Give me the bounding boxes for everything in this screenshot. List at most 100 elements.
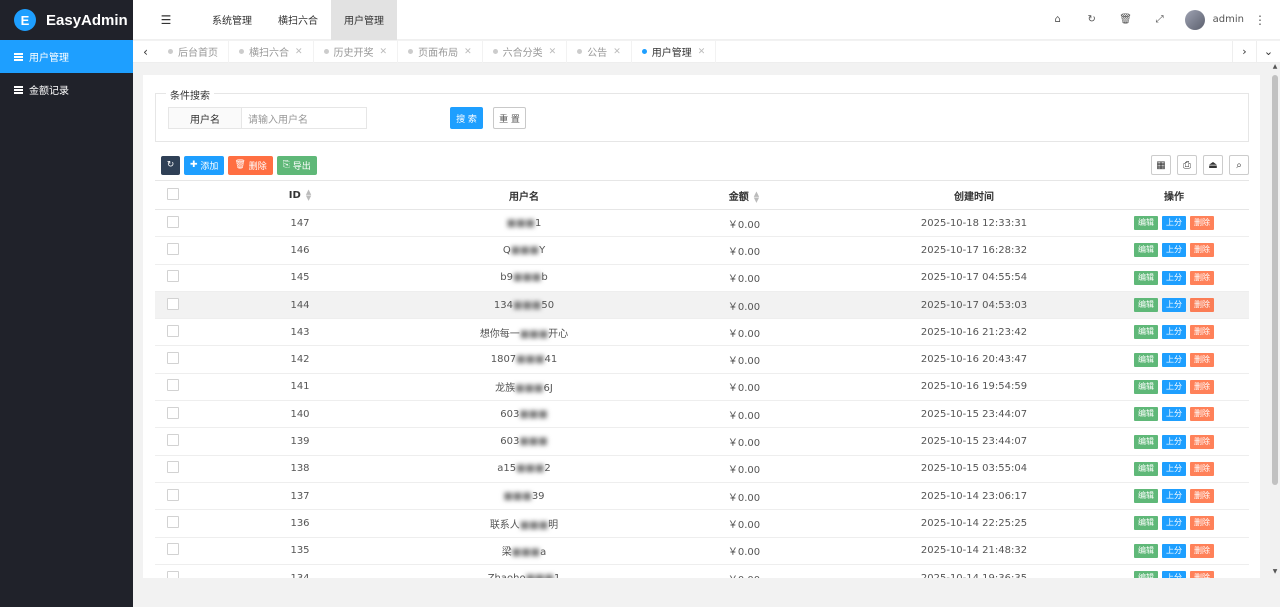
topnav-system[interactable]: 系统管理 [199, 0, 265, 40]
search-icon[interactable]: ⌕ [1229, 155, 1249, 175]
edit-button[interactable]: 编辑 [1134, 407, 1158, 422]
row-checkbox[interactable] [167, 461, 179, 474]
edit-button[interactable]: 编辑 [1134, 434, 1158, 449]
delete-button[interactable]: 🗑 删除 [228, 155, 273, 175]
refresh-table-button[interactable]: ↻ [161, 155, 180, 175]
avatar[interactable] [1184, 9, 1205, 30]
edit-button[interactable]: 编辑 [1134, 352, 1158, 367]
tab-item[interactable]: 六合分类 ✕ [483, 40, 568, 63]
close-icon[interactable]: ✕ [613, 47, 621, 57]
table-row[interactable]: 143 想你每一■■■开心 ￥0.00 2025-10-16 21:23:42 编辑 上分… [155, 318, 1249, 347]
add-credit-button[interactable]: 上分 [1162, 461, 1186, 476]
add-credit-button[interactable]: 上分 [1162, 434, 1186, 449]
table-row[interactable]: 145 b9■■■b ￥0.00 2025-10-17 04:55:54 编辑 上分 删除 [155, 264, 1249, 292]
tab-item[interactable]: 后台首页 [158, 40, 229, 63]
table-row[interactable]: 136 联系人■■■明 ￥0.00 2025-10-14 22:25:25 编辑 上分 删除 [155, 509, 1249, 538]
add-credit-button[interactable]: 上分 [1162, 543, 1186, 558]
sidebar-item-amount-records[interactable]: 金额记录 [0, 73, 133, 106]
table-row[interactable]: 146 Q■■■Y ￥0.00 2025-10-17 16:28:32 编辑 上分 删除 [155, 236, 1249, 265]
edit-button[interactable]: 编辑 [1134, 516, 1158, 531]
tab-item[interactable]: 页面布局 ✕ [398, 40, 483, 63]
delete-row-button[interactable]: 删除 [1190, 379, 1214, 394]
row-checkbox[interactable] [167, 270, 179, 283]
delete-row-button[interactable]: 删除 [1190, 571, 1214, 578]
table-row[interactable]: 142 1807■■■41 ￥0.00 2025-10-16 20:43:47 编辑 上分… [155, 345, 1249, 374]
refresh-icon[interactable]: ↻ [1075, 0, 1109, 40]
reset-button[interactable]: 重 置 [493, 107, 526, 129]
close-icon[interactable]: ✕ [549, 47, 557, 57]
delete-row-button[interactable]: 删除 [1190, 489, 1214, 504]
edit-button[interactable]: 编辑 [1134, 243, 1158, 258]
row-checkbox[interactable] [167, 352, 179, 365]
add-credit-button[interactable]: 上分 [1162, 571, 1186, 578]
username-search-input[interactable]: 请输入用户名 [241, 107, 367, 129]
table-row[interactable]: 139 603■■■ ￥0.00 2025-10-15 23:44:07 编辑 上分 删除 [155, 427, 1249, 456]
sort-icon[interactable]: ▲ ▼ [754, 190, 759, 203]
close-icon[interactable]: ✕ [295, 47, 303, 57]
col-amount[interactable]: 金额 ▲ ▼ [639, 180, 849, 210]
add-credit-button[interactable]: 上分 [1162, 325, 1186, 340]
tab-item[interactable]: 用户管理 ✕ [632, 40, 717, 63]
scroll-up-icon[interactable]: ▲ [1270, 63, 1280, 73]
topnav-hengsao[interactable]: 横扫六合 [265, 0, 331, 40]
edit-button[interactable]: 编辑 [1134, 461, 1158, 476]
add-credit-button[interactable]: 上分 [1162, 216, 1186, 231]
add-credit-button[interactable]: 上分 [1162, 298, 1186, 313]
add-credit-button[interactable]: 上分 [1162, 489, 1186, 504]
col-id[interactable]: ID ▲ ▼ [191, 180, 409, 210]
menu-toggle-icon[interactable]: ☰ [133, 0, 199, 40]
close-icon[interactable]: ✕ [464, 47, 472, 57]
row-checkbox[interactable] [167, 242, 179, 255]
edit-button[interactable]: 编辑 [1134, 325, 1158, 340]
close-icon[interactable]: ✕ [698, 47, 706, 57]
close-icon[interactable]: ✕ [380, 47, 388, 57]
add-credit-button[interactable]: 上分 [1162, 407, 1186, 422]
select-all-checkbox[interactable] [167, 187, 179, 200]
add-credit-button[interactable]: 上分 [1162, 379, 1186, 394]
table-row[interactable]: 135 梁■■■a ￥0.00 2025-10-14 21:48:32 编辑 上分 删除 [155, 537, 1249, 565]
row-checkbox[interactable] [167, 434, 179, 447]
delete-row-button[interactable]: 删除 [1190, 434, 1214, 449]
clear-cache-icon[interactable]: 🗑 [1109, 0, 1143, 40]
tab-options-icon[interactable]: ⌄ [1256, 40, 1280, 63]
edit-button[interactable]: 编辑 [1134, 298, 1158, 313]
tab-item[interactable]: 历史开奖 ✕ [314, 40, 399, 63]
delete-row-button[interactable]: 删除 [1190, 352, 1214, 367]
delete-row-button[interactable]: 删除 [1190, 243, 1214, 258]
edit-button[interactable]: 编辑 [1134, 543, 1158, 558]
add-button[interactable]: ✚ 添加 [184, 155, 225, 175]
row-checkbox[interactable] [167, 543, 179, 556]
tab-scroll-right-icon[interactable]: › [1232, 40, 1256, 63]
row-checkbox[interactable] [167, 488, 179, 501]
more-icon[interactable]: ⋮ [1254, 13, 1266, 27]
add-credit-button[interactable]: 上分 [1162, 352, 1186, 367]
topnav-user-management[interactable]: 用户管理 [331, 0, 397, 40]
scroll-down-icon[interactable]: ▼ [1270, 568, 1280, 578]
add-credit-button[interactable]: 上分 [1162, 516, 1186, 531]
add-credit-button[interactable]: 上分 [1162, 270, 1186, 285]
delete-row-button[interactable]: 删除 [1190, 543, 1214, 558]
page-scrollbar[interactable]: ▲ ▼ [1270, 63, 1280, 578]
tab-item[interactable]: 横扫六合 ✕ [229, 40, 314, 63]
export-button[interactable]: ⎘ 导出 [276, 155, 317, 175]
row-checkbox[interactable] [167, 379, 179, 392]
sidebar-item-user-management[interactable]: 用户管理 [0, 40, 133, 73]
row-checkbox[interactable] [167, 406, 179, 419]
print-icon[interactable]: ⎙ [1177, 155, 1197, 175]
delete-row-button[interactable]: 删除 [1190, 407, 1214, 422]
search-button[interactable]: 搜 索 [450, 107, 483, 129]
delete-row-button[interactable]: 删除 [1190, 298, 1214, 313]
fullscreen-icon[interactable]: ⤢ [1143, 0, 1177, 40]
edit-button[interactable]: 编辑 [1134, 216, 1158, 231]
row-checkbox[interactable] [167, 297, 179, 310]
table-row[interactable]: 144 134■■■50 ￥0.00 2025-10-17 04:53:03 编辑 上分删… [155, 291, 1249, 320]
table-row[interactable]: 140 603■■■ ￥0.00 2025-10-15 23:44:07 编辑 上分 删除 [155, 400, 1249, 429]
row-checkbox[interactable] [167, 324, 179, 337]
row-checkbox[interactable] [167, 570, 179, 578]
edit-button[interactable]: 编辑 [1134, 571, 1158, 578]
logo[interactable]: E EasyAdmin [0, 0, 133, 40]
edit-button[interactable]: 编辑 [1134, 489, 1158, 504]
delete-row-button[interactable]: 删除 [1190, 325, 1214, 340]
row-checkbox[interactable] [167, 215, 179, 228]
export-table-icon[interactable]: ⏏ [1203, 155, 1223, 175]
